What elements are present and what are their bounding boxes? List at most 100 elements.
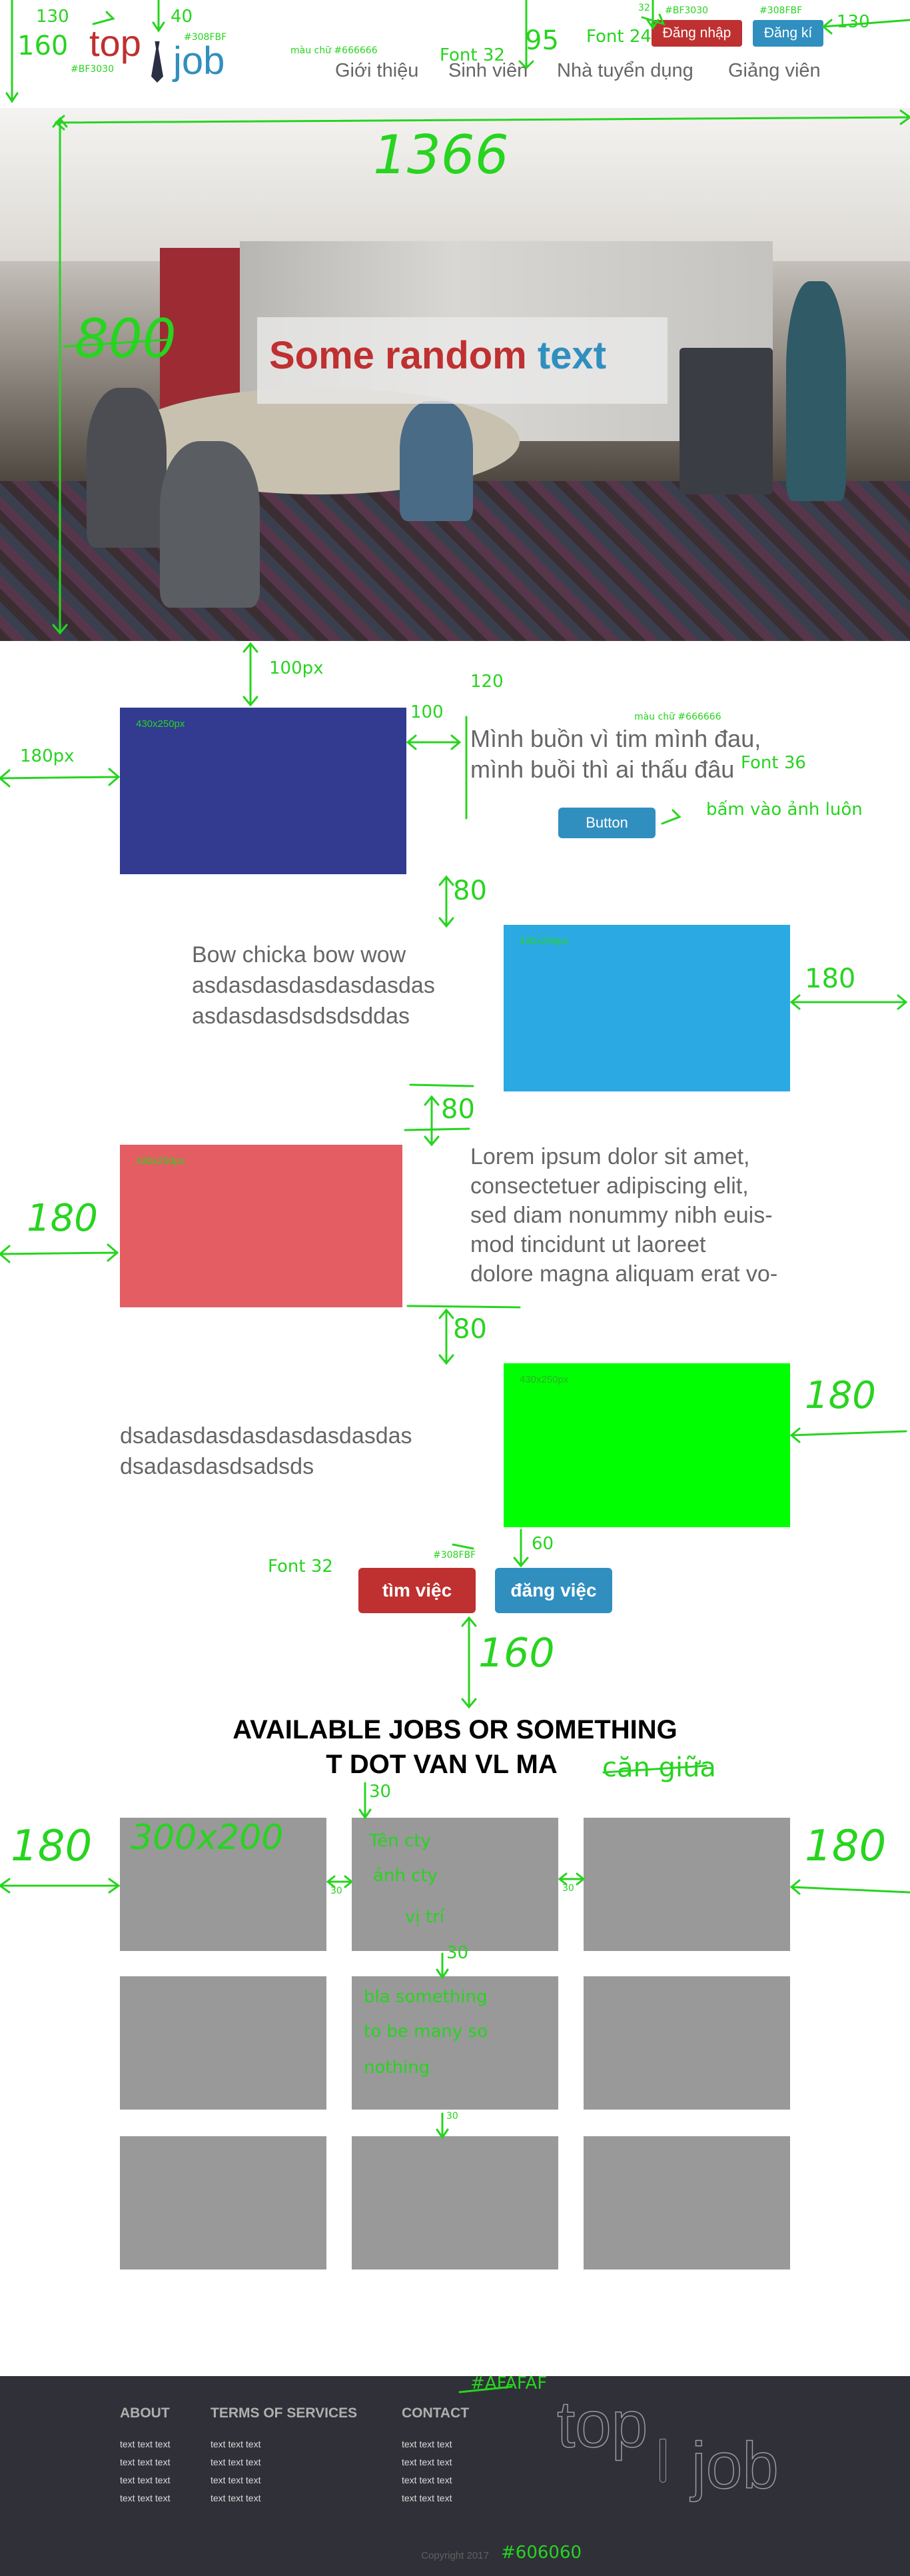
- feature-button[interactable]: Button: [558, 808, 656, 838]
- hero-banner: Some random text: [0, 108, 910, 641]
- footer-terms-link[interactable]: text text text: [211, 2457, 260, 2467]
- annotation-label: 800: [75, 308, 177, 370]
- annotation-label: màu chữ #666666: [290, 45, 378, 56]
- annotation-label: nothing: [364, 2058, 430, 2078]
- annotation-label: 180px: [20, 746, 75, 766]
- feature-text-line: dsadasdasdsadsds: [120, 1454, 314, 1479]
- footer-about-link[interactable]: text text text: [120, 2475, 170, 2485]
- jobs-title-line-1: AVAILABLE JOBS OR SOMETHING: [232, 1715, 678, 1744]
- annotation-label: #308FBF: [184, 32, 227, 43]
- nav-item-employers[interactable]: Nhà tuyển dụng: [557, 60, 693, 82]
- annotation-label: Font 24: [586, 27, 652, 47]
- hero-image-person: [87, 388, 167, 548]
- feature-text-line: sed diam nonummy nibh euis-: [470, 1203, 773, 1228]
- annotation-label: #BF3030: [71, 64, 115, 75]
- feature-text-4: dsadasdasdasdasdasdasdas dsadasdasdsadsd…: [120, 1421, 412, 1482]
- annotation-label: 30: [369, 1782, 392, 1802]
- footer-contact-link[interactable]: text text text: [402, 2475, 452, 2485]
- hero-image-podium: [680, 348, 773, 494]
- feature-image-2[interactable]: 430x250px: [504, 925, 790, 1091]
- job-card[interactable]: [584, 1818, 790, 1951]
- feature-text-line: asdasdasdasdasdasdas: [192, 973, 435, 998]
- find-job-button[interactable]: tìm việc: [358, 1568, 476, 1613]
- register-button[interactable]: Đăng kí: [753, 20, 823, 47]
- annotation-label: 60: [532, 1534, 554, 1554]
- annotation-label: #308FBF: [759, 5, 803, 16]
- placeholder-label: 430x250px: [520, 936, 569, 947]
- nav-item-lecturers[interactable]: Giảng viên: [728, 60, 821, 82]
- footer-about-heading[interactable]: ABOUT: [120, 2405, 170, 2421]
- annotation-label: ảnh cty: [373, 1866, 438, 1886]
- footer-about-link[interactable]: text text text: [120, 2439, 170, 2449]
- footer-contact-link[interactable]: text text text: [402, 2439, 452, 2449]
- login-button[interactable]: Đăng nhập: [652, 20, 742, 47]
- feature-text-line: dolore magna aliquam erat vo-: [470, 1261, 778, 1287]
- annotation-label: căn giữa: [602, 1752, 716, 1783]
- feature-text-2: Bow chicka bow wow asdasdasdasdasdasdas …: [192, 940, 435, 1031]
- annotation-label: 180: [805, 964, 856, 994]
- feature-text-line: Bow chicka bow wow: [192, 942, 406, 967]
- annotation-label: 160: [478, 1630, 555, 1676]
- footer-terms-link[interactable]: text text text: [211, 2439, 260, 2449]
- annotation-label: #606060: [501, 2543, 582, 2563]
- annotation-label: 160: [17, 31, 69, 61]
- job-card[interactable]: [584, 1976, 790, 2110]
- footer-terms-link[interactable]: text text text: [211, 2493, 260, 2503]
- logo-top-text[interactable]: top: [89, 21, 141, 65]
- annotation-label: Tên cty: [369, 1831, 431, 1851]
- copyright: Copyright 2017: [421, 2550, 489, 2561]
- job-card[interactable]: [120, 1976, 326, 2110]
- feature-text-line: dsadasdasdasdasdasdasdas: [120, 1423, 412, 1449]
- annotation-label: 30: [562, 1883, 574, 1894]
- annotation-label: 32: [638, 3, 650, 13]
- feature-image-3[interactable]: 430x250px: [120, 1145, 402, 1307]
- job-card[interactable]: [352, 2136, 558, 2269]
- annotation-label: 80: [453, 1314, 487, 1345]
- footer-contact-link[interactable]: text text text: [402, 2457, 452, 2467]
- footer-contact-heading[interactable]: CONTACT: [402, 2405, 469, 2421]
- job-card[interactable]: [584, 2136, 790, 2269]
- feature-image-4[interactable]: 430x250px: [504, 1363, 790, 1527]
- feature-image-1[interactable]: 430x250px: [120, 708, 406, 874]
- footer-logo-job: job: [691, 2428, 779, 2503]
- footer-terms-link[interactable]: text text text: [211, 2475, 260, 2485]
- annotation-label: 80: [441, 1094, 475, 1125]
- footer-contact-link[interactable]: text text text: [402, 2493, 452, 2503]
- footer-about-link[interactable]: text text text: [120, 2457, 170, 2467]
- feature-text-line: mod tincidunt ut laoreet: [470, 1232, 706, 1257]
- logo-tie-icon: [151, 41, 163, 83]
- annotation-label: Font 32: [440, 45, 505, 65]
- annotation-label: 180: [805, 1822, 887, 1871]
- annotation-label: 180: [805, 1374, 876, 1417]
- logo-job-text[interactable]: job: [173, 39, 225, 83]
- annotation-label: vị trí: [405, 1907, 444, 1927]
- feature-text-1: Mình buồn vì tim mình đau, mình buồi thì…: [470, 724, 761, 785]
- annotation-label: 130: [837, 12, 870, 32]
- hero-title-blue: text: [537, 334, 607, 377]
- hero-image-person: [160, 441, 260, 608]
- hero-image-person: [400, 401, 473, 521]
- annotation-label: 30: [446, 1943, 469, 1963]
- footer-logo-top: top: [556, 2387, 648, 2461]
- annotation-label: màu chữ #666666: [634, 712, 721, 722]
- annotation-label: bấm vào ảnh luôn: [706, 800, 863, 820]
- annotation-label: 30: [330, 1886, 342, 1896]
- footer-about-link[interactable]: text text text: [120, 2493, 170, 2503]
- feature-text-line: asdasdasdsdsdsddas: [192, 1003, 410, 1029]
- annotation-label: 80: [453, 876, 487, 906]
- annotation-label: 100: [410, 702, 444, 722]
- annotation-label: 180: [27, 1197, 98, 1240]
- hero-title-red: Some random: [269, 334, 538, 377]
- annotation-label: bla something: [364, 1987, 488, 2007]
- feature-text-line: Mình buồn vì tim mình đau,: [470, 725, 761, 752]
- annotation-label: to be many so: [364, 2022, 488, 2042]
- post-job-button[interactable]: đăng việc: [495, 1568, 612, 1613]
- job-card[interactable]: [120, 2136, 326, 2269]
- nav-item-introduction[interactable]: Giới thiệu: [335, 60, 418, 82]
- feature-text-line: Lorem ipsum dolor sit amet,: [470, 1144, 750, 1169]
- annotation-label: #BF3030: [665, 5, 709, 16]
- footer-terms-heading[interactable]: TERMS OF SERVICES: [211, 2405, 357, 2421]
- annotation-label: 95: [525, 25, 559, 56]
- footer-logo-tie-icon: [660, 2439, 666, 2483]
- annotation-label: 300x200: [131, 1818, 284, 1858]
